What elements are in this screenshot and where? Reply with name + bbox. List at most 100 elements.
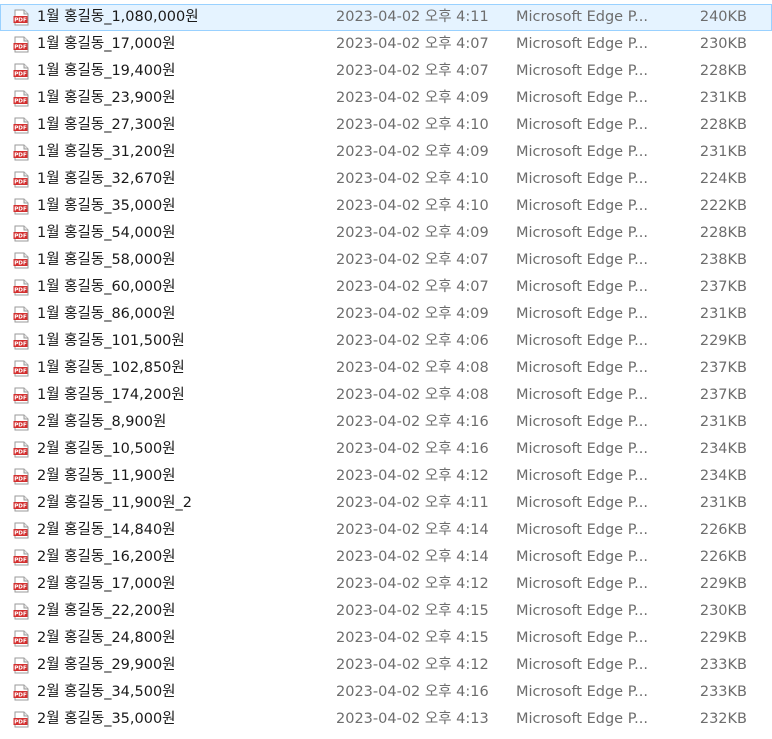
file-row[interactable]: PDF 1월 홍길동_54,000원 2023-04-02 오후 4:09 Mi… — [0, 220, 772, 247]
pdf-icon: PDF — [13, 360, 30, 377]
file-row[interactable]: PDF 1월 홍길동_101,500원 2023-04-02 오후 4:06 M… — [0, 328, 772, 355]
file-row[interactable]: PDF 2월 홍길동_22,200원 2023-04-02 오후 4:15 Mi… — [0, 598, 772, 625]
file-date-modified: 2023-04-02 오후 4:13 — [336, 711, 489, 727]
file-name: 2월 홍길동_11,900원 — [37, 468, 176, 484]
file-name: 1월 홍길동_174,200원 — [37, 387, 185, 403]
file-row[interactable]: PDF 1월 홍길동_86,000원 2023-04-02 오후 4:09 Mi… — [0, 301, 772, 328]
file-type: Microsoft Edge P... — [516, 684, 649, 700]
file-row[interactable]: PDF 1월 홍길동_23,900원 2023-04-02 오후 4:09 Mi… — [0, 85, 772, 112]
file-type: Microsoft Edge P... — [516, 63, 649, 79]
pdf-icon: PDF — [13, 9, 30, 26]
file-size: 234KB — [699, 468, 747, 484]
file-row[interactable]: PDF 2월 홍길동_35,000원 2023-04-02 오후 4:13 Mi… — [0, 706, 772, 733]
file-name: 1월 홍길동_1,080,000원 — [37, 9, 199, 25]
file-size: 233KB — [699, 684, 747, 700]
file-date-modified: 2023-04-02 오후 4:14 — [336, 522, 489, 538]
pdf-icon: PDF — [13, 684, 30, 701]
svg-text:PDF: PDF — [14, 585, 27, 591]
file-row[interactable]: PDF 1월 홍길동_1,080,000원 2023-04-02 오후 4:11… — [0, 4, 772, 31]
file-date-modified: 2023-04-02 오후 4:07 — [336, 36, 489, 52]
file-name: 2월 홍길동_34,500원 — [37, 684, 176, 700]
file-row[interactable]: PDF 2월 홍길동_17,000원 2023-04-02 오후 4:12 Mi… — [0, 571, 772, 598]
file-row[interactable]: PDF 2월 홍길동_11,900원_2 2023-04-02 오후 4:11 … — [0, 490, 772, 517]
pdf-icon: PDF — [13, 171, 30, 188]
file-name: 2월 홍길동_29,900원 — [37, 657, 176, 673]
svg-text:PDF: PDF — [14, 396, 27, 402]
file-date-modified: 2023-04-02 오후 4:15 — [336, 630, 489, 646]
file-date-modified: 2023-04-02 오후 4:12 — [336, 657, 489, 673]
file-type: Microsoft Edge P... — [516, 711, 649, 727]
file-row[interactable]: PDF 1월 홍길동_31,200원 2023-04-02 오후 4:09 Mi… — [0, 139, 772, 166]
file-date-modified: 2023-04-02 오후 4:16 — [336, 441, 489, 457]
file-size: 224KB — [699, 171, 747, 187]
file-type: Microsoft Edge P... — [516, 144, 649, 160]
file-name: 1월 홍길동_31,200원 — [37, 144, 176, 160]
file-name: 1월 홍길동_27,300원 — [37, 117, 176, 133]
file-name: 1월 홍길동_35,000원 — [37, 198, 176, 214]
svg-text:PDF: PDF — [14, 612, 27, 618]
file-size: 229KB — [699, 576, 747, 592]
file-row[interactable]: PDF 1월 홍길동_60,000원 2023-04-02 오후 4:07 Mi… — [0, 274, 772, 301]
file-type: Microsoft Edge P... — [516, 333, 649, 349]
file-size: 233KB — [699, 657, 747, 673]
file-name: 1월 홍길동_102,850원 — [37, 360, 185, 376]
file-size: 234KB — [699, 441, 747, 457]
svg-text:PDF: PDF — [14, 180, 27, 186]
file-name: 2월 홍길동_24,800원 — [37, 630, 176, 646]
pdf-icon: PDF — [13, 414, 30, 431]
svg-text:PDF: PDF — [14, 99, 27, 105]
file-date-modified: 2023-04-02 오후 4:10 — [336, 198, 489, 214]
file-size: 228KB — [699, 225, 747, 241]
file-name: 2월 홍길동_35,000원 — [37, 711, 176, 727]
file-row[interactable]: PDF 2월 홍길동_8,900원 2023-04-02 오후 4:16 Mic… — [0, 409, 772, 436]
file-row[interactable]: PDF 2월 홍길동_14,840원 2023-04-02 오후 4:14 Mi… — [0, 517, 772, 544]
file-row[interactable]: PDF 1월 홍길동_17,000원 2023-04-02 오후 4:07 Mi… — [0, 31, 772, 58]
svg-text:PDF: PDF — [14, 234, 27, 240]
file-size: 231KB — [699, 414, 747, 430]
file-type: Microsoft Edge P... — [516, 441, 649, 457]
file-name: 1월 홍길동_19,400원 — [37, 63, 176, 79]
file-size: 230KB — [699, 603, 747, 619]
file-type: Microsoft Edge P... — [516, 576, 649, 592]
file-row[interactable]: PDF 2월 홍길동_29,900원 2023-04-02 오후 4:12 Mi… — [0, 652, 772, 679]
file-row[interactable]: PDF 1월 홍길동_32,670원 2023-04-02 오후 4:10 Mi… — [0, 166, 772, 193]
file-list: PDF 1월 홍길동_1,080,000원 2023-04-02 오후 4:11… — [0, 0, 772, 733]
pdf-icon: PDF — [13, 36, 30, 53]
file-size: 237KB — [699, 387, 747, 403]
file-date-modified: 2023-04-02 오후 4:11 — [336, 495, 489, 511]
file-date-modified: 2023-04-02 오후 4:16 — [336, 684, 489, 700]
file-row[interactable]: PDF 1월 홍길동_35,000원 2023-04-02 오후 4:10 Mi… — [0, 193, 772, 220]
file-row[interactable]: PDF 1월 홍길동_27,300원 2023-04-02 오후 4:10 Mi… — [0, 112, 772, 139]
svg-text:PDF: PDF — [14, 288, 27, 294]
pdf-icon: PDF — [13, 522, 30, 539]
file-row[interactable]: PDF 1월 홍길동_174,200원 2023-04-02 오후 4:08 M… — [0, 382, 772, 409]
pdf-icon: PDF — [13, 441, 30, 458]
file-row[interactable]: PDF 2월 홍길동_34,500원 2023-04-02 오후 4:16 Mi… — [0, 679, 772, 706]
pdf-icon: PDF — [13, 90, 30, 107]
file-name: 2월 홍길동_11,900원_2 — [37, 495, 192, 511]
file-type: Microsoft Edge P... — [516, 414, 649, 430]
pdf-icon: PDF — [13, 576, 30, 593]
file-row[interactable]: PDF 2월 홍길동_16,200원 2023-04-02 오후 4:14 Mi… — [0, 544, 772, 571]
file-row[interactable]: PDF 1월 홍길동_19,400원 2023-04-02 오후 4:07 Mi… — [0, 58, 772, 85]
file-size: 226KB — [699, 549, 747, 565]
svg-text:PDF: PDF — [14, 207, 27, 213]
pdf-icon: PDF — [13, 468, 30, 485]
file-row[interactable]: PDF 1월 홍길동_58,000원 2023-04-02 오후 4:07 Mi… — [0, 247, 772, 274]
file-date-modified: 2023-04-02 오후 4:12 — [336, 468, 489, 484]
pdf-icon: PDF — [13, 306, 30, 323]
file-name: 2월 홍길동_17,000원 — [37, 576, 176, 592]
file-type: Microsoft Edge P... — [516, 549, 649, 565]
file-size: 231KB — [699, 90, 747, 106]
file-name: 2월 홍길동_8,900원 — [37, 414, 167, 430]
file-row[interactable]: PDF 2월 홍길동_10,500원 2023-04-02 오후 4:16 Mi… — [0, 436, 772, 463]
file-row[interactable]: PDF 2월 홍길동_24,800원 2023-04-02 오후 4:15 Mi… — [0, 625, 772, 652]
file-row[interactable]: PDF 1월 홍길동_102,850원 2023-04-02 오후 4:08 M… — [0, 355, 772, 382]
file-name: 1월 홍길동_101,500원 — [37, 333, 185, 349]
file-date-modified: 2023-04-02 오후 4:09 — [336, 306, 489, 322]
svg-text:PDF: PDF — [14, 531, 27, 537]
file-size: 237KB — [699, 360, 747, 376]
pdf-icon: PDF — [13, 252, 30, 269]
file-row[interactable]: PDF 2월 홍길동_11,900원 2023-04-02 오후 4:12 Mi… — [0, 463, 772, 490]
svg-text:PDF: PDF — [14, 558, 27, 564]
